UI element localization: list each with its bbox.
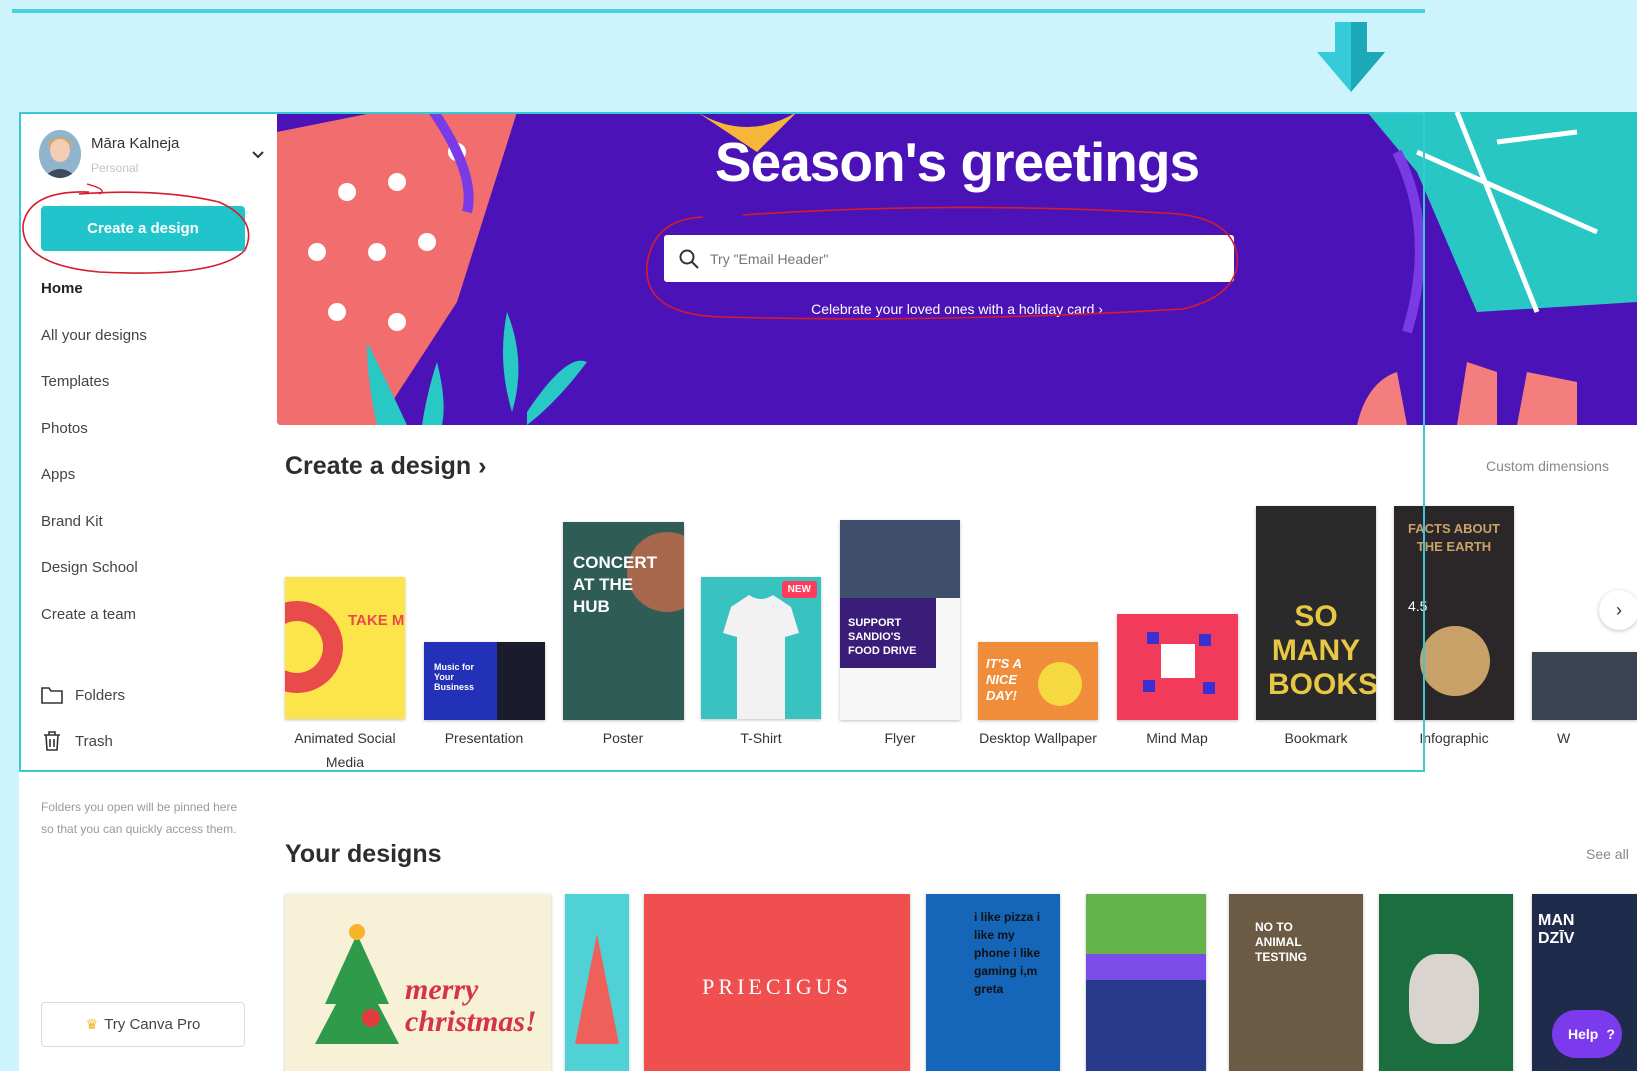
search-icon: [679, 249, 699, 269]
design-art-text: MAN DZĪV: [1538, 912, 1575, 947]
tile-label[interactable]: Mind Map: [1107, 726, 1247, 750]
search-input[interactable]: [708, 237, 1234, 280]
tile-label[interactable]: Desktop Wallpaper: [968, 726, 1108, 750]
top-divider: [12, 9, 1425, 13]
tile-art-text: TAKE ME TO THE OCEAN: [348, 612, 405, 629]
hero-title: Season's greetings: [714, 131, 1200, 193]
design-type-presentation[interactable]: Music for Your Business: [424, 642, 545, 720]
sidebar-item-home[interactable]: Home: [41, 266, 261, 313]
design-type-infographic[interactable]: FACTS ABOUT THE EARTH 4.5: [1394, 506, 1514, 720]
sidebar-item-apps[interactable]: Apps: [41, 452, 261, 499]
tshirt-icon: [723, 595, 799, 719]
folders-note: Folders you open will be pinned here so …: [41, 800, 238, 836]
design-thumb[interactable]: [565, 894, 629, 1071]
tile-label[interactable]: W: [1557, 726, 1597, 750]
tile-art-text: SO MANY BOOKS: [1268, 600, 1376, 701]
sidebar-item-brand-kit[interactable]: Brand Kit: [41, 499, 261, 546]
design-art-text: NO TO ANIMAL TESTING: [1255, 920, 1308, 964]
design-type-desktop-wallpaper[interactable]: IT'S A NICE DAY!: [978, 642, 1098, 720]
sidebar: Māra Kalneja Personal Create a design Ho…: [19, 112, 277, 1071]
try-pro-label: Try Canva Pro: [104, 1016, 201, 1033]
design-art-text: PRIECIGUS: [702, 974, 852, 999]
help-label: Help: [1568, 1026, 1599, 1042]
design-art-text: merry christmas!: [405, 973, 537, 1038]
tile-label[interactable]: Presentation: [414, 726, 554, 750]
design-thumb[interactable]: PRIECIGUS: [644, 894, 910, 1071]
design-thumb[interactable]: [1379, 894, 1513, 1071]
avatar: [39, 130, 81, 178]
create-section-title[interactable]: Create a design ›: [285, 452, 486, 481]
design-thumb[interactable]: merry christmas!: [285, 894, 551, 1071]
design-type-bookmark[interactable]: SO MANY BOOKS: [1256, 506, 1376, 720]
tile-art-text: Music for Your Business: [434, 662, 475, 692]
create-design-button[interactable]: Create a design: [41, 206, 245, 251]
question-icon: ?: [1606, 1026, 1615, 1042]
hero-banner: Season's greetings Celebrate your loved …: [277, 112, 1637, 425]
tile-art-text: CONCERT AT THE HUB: [573, 553, 658, 616]
carousel-next-button[interactable]: ›: [1599, 590, 1637, 630]
custom-dimensions-link[interactable]: Custom dimensions: [1486, 458, 1609, 474]
try-pro-button[interactable]: ♛ Try Canva Pro: [41, 1002, 245, 1047]
chevron-right-icon: ›: [1616, 599, 1622, 620]
design-type-flyer[interactable]: SUPPORT SANDIO'S FOOD DRIVE: [840, 520, 960, 720]
design-type-tshirt[interactable]: NEW: [701, 577, 821, 719]
see-all-link[interactable]: See all: [1586, 846, 1629, 862]
user-plan: Personal: [91, 161, 139, 175]
search-bar[interactable]: [664, 235, 1234, 282]
tile-label[interactable]: T-Shirt: [691, 726, 831, 750]
design-thumb[interactable]: NO TO ANIMAL TESTING: [1229, 894, 1363, 1071]
help-button[interactable]: Help ?: [1552, 1010, 1622, 1058]
sidebar-item-design-school[interactable]: Design School: [41, 545, 261, 592]
user-name: Māra Kalneja: [91, 135, 180, 152]
tile-art-text: SUPPORT SANDIO'S FOOD DRIVE: [848, 617, 917, 657]
design-type-partial[interactable]: [1532, 652, 1637, 720]
sidebar-item-folders[interactable]: Folders: [41, 683, 125, 707]
design-art-text: i like pizza i like my phone i like gami…: [974, 910, 1041, 996]
trash-icon: [44, 731, 60, 751]
design-thumb[interactable]: [1086, 894, 1206, 1071]
tile-art-value: 4.5: [1408, 598, 1428, 614]
design-type-animated-social[interactable]: TAKE ME TO THE OCEAN: [285, 577, 405, 719]
design-thumb[interactable]: i like pizza i like my phone i like gami…: [926, 894, 1060, 1071]
sidebar-item-create-team[interactable]: Create a team: [41, 592, 261, 639]
trash-label: Trash: [75, 732, 113, 750]
new-badge: NEW: [781, 581, 817, 598]
folders-label: Folders: [75, 686, 126, 704]
sidebar-nav: Home All your designs Templates Photos A…: [41, 266, 261, 638]
tile-label[interactable]: Bookmark: [1246, 726, 1386, 750]
crown-icon: ♛: [85, 1016, 99, 1032]
sidebar-item-templates[interactable]: Templates: [41, 359, 261, 406]
tile-art: TAKE ME TO THE OCEAN: [285, 601, 405, 693]
arrow-down-icon: [1317, 22, 1385, 92]
tile-label[interactable]: Poster: [553, 726, 693, 750]
your-designs-title: Your designs: [285, 840, 442, 868]
profile-switcher[interactable]: Māra Kalneja Personal: [39, 128, 264, 186]
folder-icon: [41, 687, 63, 704]
tree-icon: [575, 934, 619, 1044]
chevron-down-icon[interactable]: [251, 148, 265, 162]
sidebar-item-photos[interactable]: Photos: [41, 406, 261, 453]
sidebar-item-all-designs[interactable]: All your designs: [41, 313, 261, 360]
design-type-mind-map[interactable]: [1117, 614, 1238, 720]
tile-art-text: FACTS ABOUT THE EARTH: [1408, 521, 1500, 554]
tile-label[interactable]: Flyer: [830, 726, 970, 750]
holiday-card-link[interactable]: Celebrate your loved ones with a holiday…: [277, 301, 1637, 317]
sidebar-item-trash[interactable]: Trash: [41, 729, 113, 753]
tile-art-text: IT'S A NICE DAY!: [986, 656, 1022, 703]
app-page: Māra Kalneja Personal Create a design Ho…: [19, 112, 1637, 1071]
tile-label[interactable]: Infographic: [1384, 726, 1524, 750]
tile-label[interactable]: Animated Social Media: [275, 726, 415, 774]
design-type-poster[interactable]: CONCERT AT THE HUB: [563, 522, 684, 720]
